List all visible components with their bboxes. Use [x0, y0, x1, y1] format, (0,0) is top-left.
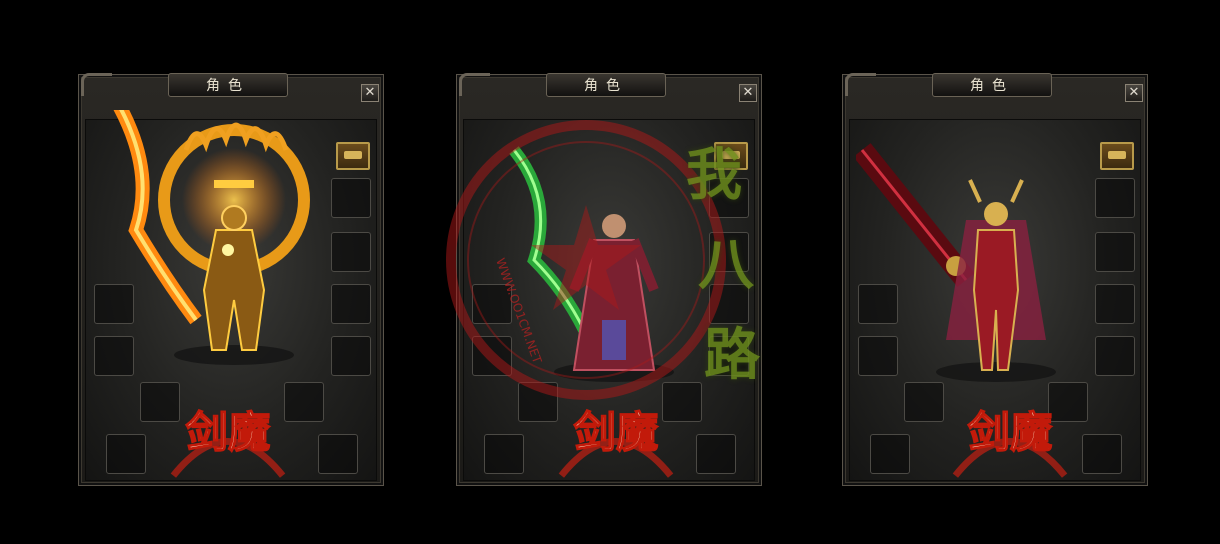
hero-gold-armor [113, 110, 310, 365]
game-logo-2: 剑魔 [558, 406, 674, 478]
close-button[interactable]: ✕ [1125, 84, 1143, 102]
treasure-chest-icon[interactable] [714, 142, 748, 170]
equip-slot[interactable] [709, 178, 749, 218]
equip-slot[interactable] [1095, 232, 1135, 272]
equip-slot[interactable] [709, 232, 749, 272]
panel-title: 角色 [932, 73, 1052, 97]
panel-title: 角色 [546, 73, 666, 97]
close-button[interactable]: ✕ [739, 84, 757, 102]
hero-robed-mage [509, 146, 674, 382]
panel-corner-ornament [459, 73, 490, 96]
panel-corner-ornament [845, 73, 876, 96]
logo-text: 剑魔 [574, 407, 659, 457]
equip-slot[interactable] [331, 336, 371, 376]
hero-crimson-knight [856, 143, 1056, 382]
equip-slot[interactable] [331, 178, 371, 218]
equip-slot[interactable] [331, 232, 371, 272]
equip-slot[interactable] [1095, 284, 1135, 324]
treasure-chest-icon[interactable] [1100, 142, 1134, 170]
game-logo-1: 剑魔 [170, 406, 286, 478]
equip-slot[interactable] [709, 336, 749, 376]
panel-title: 角色 [168, 73, 288, 97]
panel-corner-ornament [81, 73, 112, 96]
equip-slot[interactable] [709, 284, 749, 324]
equip-slot[interactable] [1095, 336, 1135, 376]
game-logo-3: 剑魔 [952, 406, 1068, 478]
equip-slot[interactable] [331, 284, 371, 324]
equip-slot[interactable] [1095, 178, 1135, 218]
treasure-chest-icon[interactable] [336, 142, 370, 170]
close-button[interactable]: ✕ [361, 84, 379, 102]
logo-text: 剑魔 [968, 407, 1053, 457]
logo-text: 剑魔 [186, 407, 271, 457]
